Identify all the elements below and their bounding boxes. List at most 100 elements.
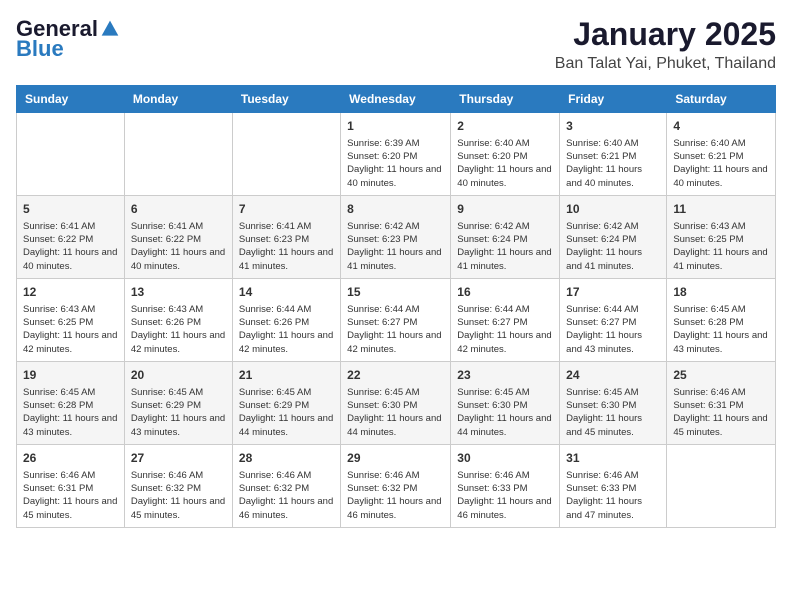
calendar-cell: 2 Sunrise: 6:40 AMSunset: 6:20 PMDaylight… (451, 113, 560, 196)
day-info: Sunrise: 6:41 AMSunset: 6:22 PMDaylight:… (131, 220, 226, 273)
day-number: 28 (239, 450, 334, 467)
month-title: January 2025 (555, 16, 776, 53)
day-info: Sunrise: 6:45 AMSunset: 6:30 PMDaylight:… (347, 386, 444, 439)
day-number: 19 (23, 367, 118, 384)
calendar-cell: 30 Sunrise: 6:46 AMSunset: 6:33 PMDayligh… (451, 444, 560, 527)
day-number: 18 (673, 284, 769, 301)
day-info: Sunrise: 6:46 AMSunset: 6:33 PMDaylight:… (566, 469, 660, 522)
day-number: 29 (347, 450, 444, 467)
calendar-cell: 17Sunrise: 6:44 AMSunset: 6:27 PMDayligh… (560, 278, 667, 361)
day-info: Sunrise: 6:46 AMSunset: 6:33 PMDaylight:… (457, 469, 553, 522)
day-info: Sunrise: 6:44 AMSunset: 6:26 PMDaylight:… (239, 303, 334, 356)
calendar-cell: 24 Sunrise: 6:45 AMSunset: 6:30 PMDayligh… (560, 361, 667, 444)
calendar-cell: 4 Sunrise: 6:40 AMSunset: 6:21 PMDaylight… (667, 113, 776, 196)
calendar-cell: 26 Sunrise: 6:46 AMSunset: 6:31 PMDayligh… (17, 444, 125, 527)
calendar-day-header: Tuesday (232, 86, 340, 113)
day-info: Sunrise: 6:40 AMSunset: 6:21 PMDaylight:… (566, 137, 660, 190)
calendar-day-header: Friday (560, 86, 667, 113)
calendar-week-row: 12Sunrise: 6:43 AMSunset: 6:25 PMDayligh… (17, 278, 776, 361)
day-number: 17 (566, 284, 660, 301)
calendar-day-header: Saturday (667, 86, 776, 113)
calendar-cell (17, 113, 125, 196)
day-number: 15 (347, 284, 444, 301)
day-number: 14 (239, 284, 334, 301)
day-number: 31 (566, 450, 660, 467)
day-info: Sunrise: 6:46 AMSunset: 6:32 PMDaylight:… (239, 469, 334, 522)
calendar-cell: 1Sunrise: 6:39 AMSunset: 6:20 PMDaylight… (341, 113, 451, 196)
day-info: Sunrise: 6:44 AMSunset: 6:27 PMDaylight:… (457, 303, 553, 356)
calendar-cell (124, 113, 232, 196)
calendar-cell: 31 Sunrise: 6:46 AMSunset: 6:33 PMDayligh… (560, 444, 667, 527)
calendar-cell: 29 Sunrise: 6:46 AMSunset: 6:32 PMDayligh… (341, 444, 451, 527)
calendar-header-row: SundayMondayTuesdayWednesdayThursdayFrid… (17, 86, 776, 113)
day-info: Sunrise: 6:42 AMSunset: 6:24 PMDaylight:… (566, 220, 660, 273)
day-number: 4 (673, 118, 769, 135)
day-number: 11 (673, 201, 769, 218)
calendar-cell: 18Sunrise: 6:45 AMSunset: 6:28 PMDayligh… (667, 278, 776, 361)
day-info: Sunrise: 6:45 AMSunset: 6:28 PMDaylight:… (23, 386, 118, 439)
calendar-cell: 22 Sunrise: 6:45 AMSunset: 6:30 PMDayligh… (341, 361, 451, 444)
day-info: Sunrise: 6:45 AMSunset: 6:29 PMDaylight:… (131, 386, 226, 439)
day-number: 24 (566, 367, 660, 384)
day-info: Sunrise: 6:46 AMSunset: 6:31 PMDaylight:… (673, 386, 769, 439)
calendar-table: SundayMondayTuesdayWednesdayThursdayFrid… (16, 85, 776, 528)
calendar-week-row: 5Sunrise: 6:41 AMSunset: 6:22 PMDaylight… (17, 195, 776, 278)
day-info: Sunrise: 6:40 AMSunset: 6:20 PMDaylight:… (457, 137, 553, 190)
location-title: Ban Talat Yai, Phuket, Thailand (555, 55, 776, 73)
day-number: 30 (457, 450, 553, 467)
calendar-cell: 7Sunrise: 6:41 AMSunset: 6:23 PMDaylight… (232, 195, 340, 278)
day-number: 2 (457, 118, 553, 135)
day-info: Sunrise: 6:46 AMSunset: 6:32 PMDaylight:… (347, 469, 444, 522)
calendar-cell (667, 444, 776, 527)
calendar-cell: 9 Sunrise: 6:42 AMSunset: 6:24 PMDaylight… (451, 195, 560, 278)
day-number: 10 (566, 201, 660, 218)
day-number: 1 (347, 118, 444, 135)
day-number: 13 (131, 284, 226, 301)
logo-icon (100, 19, 120, 39)
calendar-day-header: Thursday (451, 86, 560, 113)
calendar-cell: 15 Sunrise: 6:44 AMSunset: 6:27 PMDayligh… (341, 278, 451, 361)
calendar-cell (232, 113, 340, 196)
day-number: 26 (23, 450, 118, 467)
calendar-week-row: 1Sunrise: 6:39 AMSunset: 6:20 PMDaylight… (17, 113, 776, 196)
day-info: Sunrise: 6:44 AMSunset: 6:27 PMDaylight:… (347, 303, 444, 356)
day-number: 27 (131, 450, 226, 467)
day-info: Sunrise: 6:43 AMSunset: 6:25 PMDaylight:… (673, 220, 769, 273)
calendar-cell: 20 Sunrise: 6:45 AMSunset: 6:29 PMDayligh… (124, 361, 232, 444)
day-info: Sunrise: 6:45 AMSunset: 6:30 PMDaylight:… (457, 386, 553, 439)
calendar-day-header: Wednesday (341, 86, 451, 113)
day-number: 7 (239, 201, 334, 218)
day-info: Sunrise: 6:46 AMSunset: 6:31 PMDaylight:… (23, 469, 118, 522)
calendar-cell: 23 Sunrise: 6:45 AMSunset: 6:30 PMDayligh… (451, 361, 560, 444)
calendar-cell: 10 Sunrise: 6:42 AMSunset: 6:24 PMDayligh… (560, 195, 667, 278)
day-info: Sunrise: 6:45 AMSunset: 6:30 PMDaylight:… (566, 386, 660, 439)
calendar-week-row: 19 Sunrise: 6:45 AMSunset: 6:28 PMDayligh… (17, 361, 776, 444)
calendar-cell: 14 Sunrise: 6:44 AMSunset: 6:26 PMDayligh… (232, 278, 340, 361)
day-info: Sunrise: 6:42 AMSunset: 6:24 PMDaylight:… (457, 220, 553, 273)
calendar-cell: 5Sunrise: 6:41 AMSunset: 6:22 PMDaylight… (17, 195, 125, 278)
day-info: Sunrise: 6:43 AMSunset: 6:25 PMDaylight:… (23, 303, 118, 356)
title-section: January 2025 Ban Talat Yai, Phuket, Thai… (555, 16, 776, 73)
day-info: Sunrise: 6:45 AMSunset: 6:29 PMDaylight:… (239, 386, 334, 439)
day-info: Sunrise: 6:42 AMSunset: 6:23 PMDaylight:… (347, 220, 444, 273)
day-number: 6 (131, 201, 226, 218)
day-number: 22 (347, 367, 444, 384)
calendar-day-header: Monday (124, 86, 232, 113)
day-number: 9 (457, 201, 553, 218)
calendar-day-header: Sunday (17, 86, 125, 113)
day-number: 8 (347, 201, 444, 218)
calendar-cell: 6 Sunrise: 6:41 AMSunset: 6:22 PMDaylight… (124, 195, 232, 278)
calendar-week-row: 26 Sunrise: 6:46 AMSunset: 6:31 PMDayligh… (17, 444, 776, 527)
calendar-cell: 12Sunrise: 6:43 AMSunset: 6:25 PMDayligh… (17, 278, 125, 361)
day-info: Sunrise: 6:46 AMSunset: 6:32 PMDaylight:… (131, 469, 226, 522)
calendar-cell: 3Sunrise: 6:40 AMSunset: 6:21 PMDaylight… (560, 113, 667, 196)
calendar-cell: 13Sunrise: 6:43 AMSunset: 6:26 PMDayligh… (124, 278, 232, 361)
calendar-cell: 21Sunrise: 6:45 AMSunset: 6:29 PMDayligh… (232, 361, 340, 444)
calendar-cell: 16Sunrise: 6:44 AMSunset: 6:27 PMDayligh… (451, 278, 560, 361)
day-number: 23 (457, 367, 553, 384)
logo-blue: Blue (16, 36, 64, 62)
day-info: Sunrise: 6:40 AMSunset: 6:21 PMDaylight:… (673, 137, 769, 190)
page-header: General Blue January 2025 Ban Talat Yai,… (16, 16, 776, 73)
day-number: 20 (131, 367, 226, 384)
calendar-cell: 25Sunrise: 6:46 AMSunset: 6:31 PMDayligh… (667, 361, 776, 444)
